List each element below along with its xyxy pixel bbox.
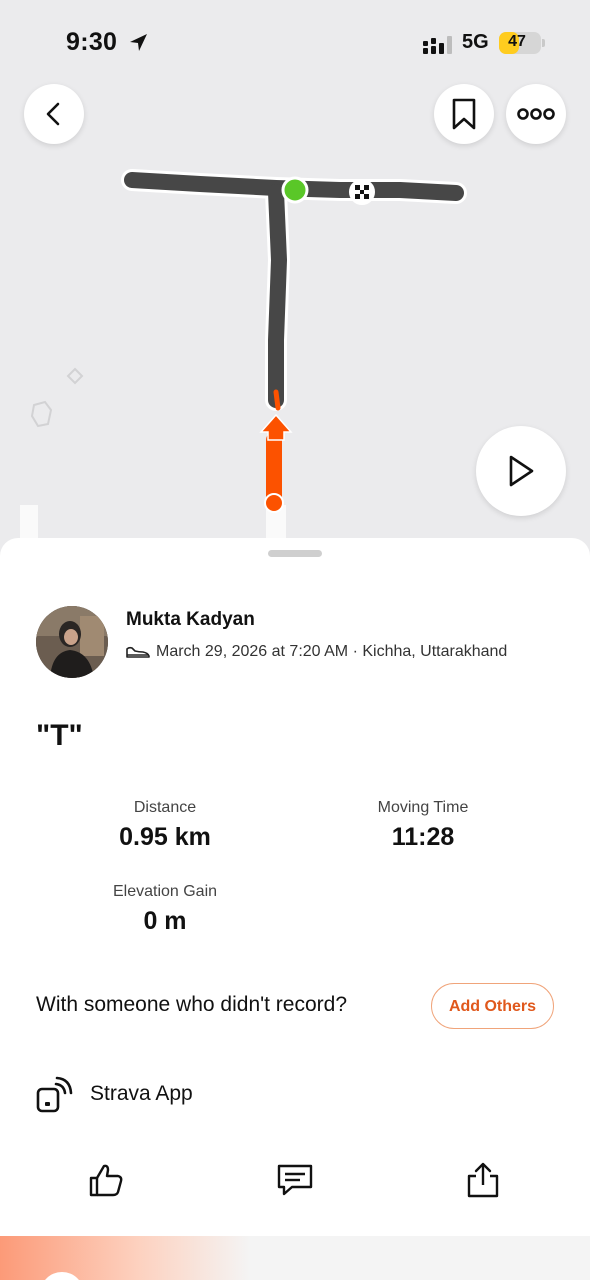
device-icon <box>36 1076 73 1113</box>
comment-button[interactable] <box>271 1156 319 1204</box>
more-icon <box>517 108 555 120</box>
location-arrow-icon <box>130 34 147 51</box>
activity-sheet: Mukta Kadyan March 29, 2026 at 7:20 AM ·… <box>0 538 590 1238</box>
kudos-button[interactable] <box>82 1156 130 1204</box>
activity-title: "T" <box>36 719 83 752</box>
device-label: Strava App <box>90 1082 193 1105</box>
stat-elevation-value: 0 m <box>143 907 187 935</box>
map-feature-shape <box>66 367 84 385</box>
cellular-signal-icon <box>423 36 452 54</box>
network-type: 5G <box>462 31 489 53</box>
card-gradient <box>0 1236 250 1280</box>
athlete-name[interactable]: Mukta Kadyan <box>126 609 255 631</box>
stat-distance-value: 0.95 km <box>119 823 211 851</box>
activity-meta: March 29, 2026 at 7:20 AM · Kichha, Utta… <box>126 641 507 663</box>
route-outline <box>121 169 467 411</box>
activity-date-location: March 29, 2026 at 7:20 AM · Kichha, Utta… <box>156 643 508 660</box>
status-time: 9:30 <box>66 28 118 56</box>
status-bar: 9:30 5G 47 <box>0 28 590 62</box>
stat-elevation-label: Elevation Gain <box>112 883 218 900</box>
stat-moving-time-label: Moving Time <box>377 799 469 816</box>
finish-marker <box>349 179 375 205</box>
with-others-prompt: With someone who didn't record? <box>36 993 348 1016</box>
sheet-drag-handle[interactable] <box>268 550 322 557</box>
progress-arrow <box>259 413 293 441</box>
progress-end-dot <box>264 493 284 513</box>
add-others-button[interactable]: Add Others <box>431 983 554 1029</box>
stat-moving-time-value: 11:28 <box>391 823 455 851</box>
map-feature-shape <box>30 400 53 428</box>
bookmark-button[interactable] <box>434 84 494 144</box>
share-icon <box>467 1162 499 1198</box>
comment-icon <box>277 1164 313 1196</box>
battery-indicator: 47 <box>499 32 545 54</box>
share-button[interactable] <box>459 1156 507 1204</box>
route-line <box>124 172 464 408</box>
battery-level: 47 <box>508 33 526 50</box>
more-options-button[interactable] <box>506 84 566 144</box>
play-icon <box>509 455 534 487</box>
shoe-icon <box>126 646 150 658</box>
bookmark-icon <box>452 98 476 130</box>
back-button[interactable] <box>24 84 84 144</box>
play-flyby-button[interactable] <box>476 426 566 516</box>
route-map[interactable]: 9:30 5G 47 <box>0 0 590 560</box>
next-content-card <box>0 1236 590 1280</box>
stat-distance-label: Distance <box>133 799 197 816</box>
chevron-left-icon <box>46 102 60 126</box>
thumbs-up-icon <box>89 1164 123 1197</box>
battery-tip <box>542 39 545 47</box>
avatar[interactable] <box>36 606 108 678</box>
start-marker <box>281 176 309 204</box>
